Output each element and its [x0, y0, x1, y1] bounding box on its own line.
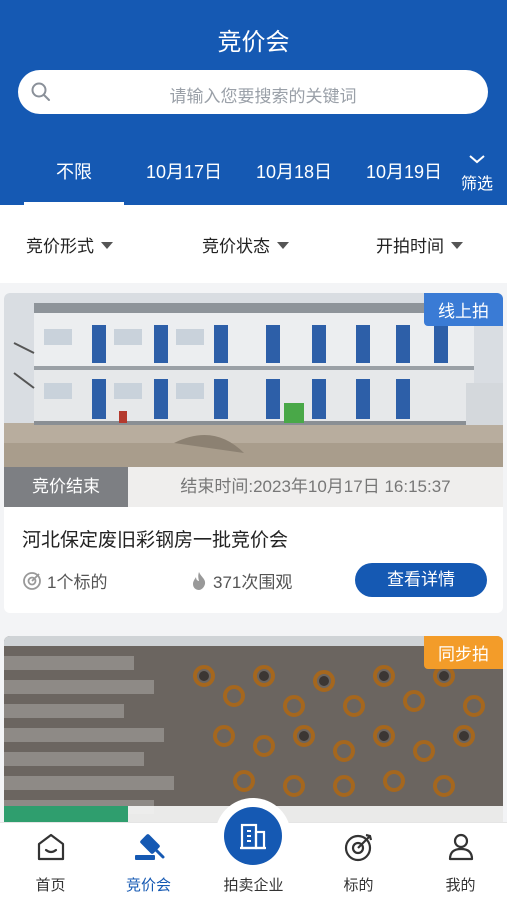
filter-bar: 竞价形式 竞价状态 开拍时间 — [0, 205, 507, 283]
tab-unlimited[interactable]: 不限 — [24, 158, 124, 205]
auction-companies-center-button[interactable] — [224, 807, 282, 865]
tab-auction-companies-label: 拍卖企业 — [223, 877, 284, 894]
status-badge: 竞价结束 — [4, 467, 128, 507]
filter-label: 筛选 — [460, 176, 493, 193]
tab-auction-sessions-label: 竞价会 — [125, 877, 171, 894]
filter-auction-type-label: 竞价形式 — [26, 237, 94, 256]
tab-lots[interactable]: 标的 — [308, 823, 409, 900]
auction-card[interactable]: 线上拍 竞价结束 结束时间:2023年10月17日 16:15:37 河北保定废… — [4, 293, 503, 613]
target-icon — [344, 833, 372, 862]
search-placeholder: 请输入您要搜索的关键词 — [169, 87, 357, 106]
caret-down-icon — [451, 242, 463, 249]
auction-name: 河北保定废旧彩钢房一批竞价会 — [22, 530, 289, 551]
lots-label: 1个标的 — [47, 573, 108, 592]
filter-auction-status-label: 竞价状态 — [202, 237, 270, 256]
tab-oct18[interactable]: 10月18日 — [244, 158, 344, 184]
caret-down-icon — [277, 242, 289, 249]
filter-auction-status[interactable]: 竞价状态 — [202, 232, 289, 257]
caret-down-icon — [101, 242, 113, 249]
auction-type-tag: 线上拍 — [424, 293, 503, 326]
views-label: 371次围观 — [213, 573, 293, 592]
tab-home[interactable]: 首页 — [0, 823, 101, 900]
tab-lots-label: 标的 — [343, 877, 374, 894]
target-icon — [23, 572, 41, 590]
view-details-button[interactable]: 查看详情 — [355, 563, 487, 597]
tab-oct17[interactable]: 10月17日 — [134, 158, 234, 184]
filter-button[interactable]: 筛选 — [455, 150, 499, 194]
search-input[interactable]: 请输入您要搜索的关键词 — [18, 70, 488, 114]
tab-auction-sessions[interactable]: 竞价会 — [98, 823, 199, 900]
chevron-down-icon — [469, 155, 485, 164]
flame-icon — [193, 572, 206, 590]
filter-auction-type[interactable]: 竞价形式 — [26, 232, 113, 257]
user-icon — [448, 833, 473, 861]
filter-start-time-label: 开拍时间 — [376, 237, 444, 256]
tab-mine[interactable]: 我的 — [410, 823, 507, 900]
views-count: 371次围观 — [190, 568, 292, 593]
header: 竞价会 请输入您要搜索的关键词 不限 10月17日 10月18日 10月19日 … — [0, 0, 507, 205]
auction-type-tag: 同步拍 — [424, 636, 503, 669]
page-title: 竞价会 — [217, 29, 290, 56]
tab-mine-label: 我的 — [445, 877, 476, 894]
tab-home-label: 首页 — [35, 877, 66, 894]
building-icon — [240, 823, 266, 850]
auction-photo: 线上拍 竞价结束 结束时间:2023年10月17日 16:15:37 — [4, 293, 503, 507]
lots-count: 1个标的 — [22, 568, 107, 593]
date-tabs: 不限 10月17日 10月18日 10月19日 筛选 — [0, 148, 507, 205]
tab-oct19[interactable]: 10月19日 — [354, 158, 454, 184]
end-time: 结束时间:2023年10月17日 16:15:37 — [128, 467, 503, 507]
filter-start-time[interactable]: 开拍时间 — [376, 232, 463, 257]
gavel-icon — [134, 834, 164, 860]
home-icon — [37, 833, 64, 861]
